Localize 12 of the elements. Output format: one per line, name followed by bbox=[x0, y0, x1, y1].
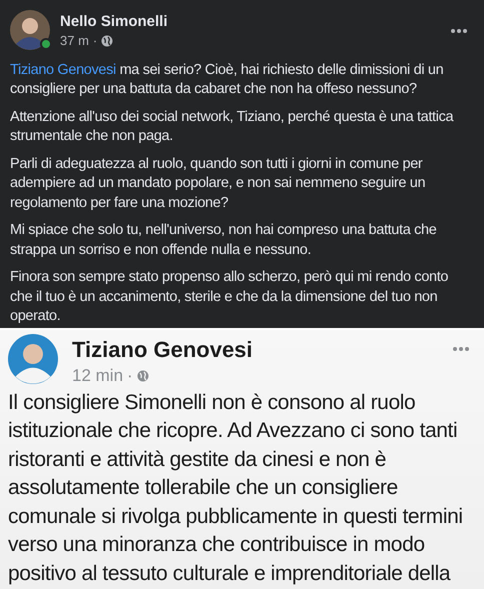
post-paragraph: Attenzione all'uso dei social network, Tiziano, perché questa è una tattica strumentale che non paga. bbox=[10, 108, 454, 146]
author-name[interactable]: Tiziano Genovesi bbox=[72, 337, 436, 363]
post-paragraph: Tiziano Genovesi ma sei serio? Cioè, hai richiesto delle dimissioni di un consigliere per una battuta da cabaret che non ha offeso nessuno? bbox=[10, 60, 444, 99]
post-paragraph: Finora son sempre stato propenso allo scherzo, però qui mi rendo conto che il tuo è un accanimento, sterile e che da la dimensione del tuo non operato. bbox=[10, 268, 450, 326]
separator: · bbox=[127, 365, 133, 387]
post-paragraph: Il consigliere Simonelli non è consono al ruolo istituzionale che ricopre. Ad Avezzano ci sono tanti ristoranti e attività gestite da cinesi e non è assolutamente tollerabile che un consigliere comunale si rivolga pubblicamente in questi termini verso una minoranza che contribuisce in modo positivo al tessuto culturale e imprenditoriale della bbox=[8, 390, 464, 586]
separator: · bbox=[92, 32, 98, 50]
author-name[interactable]: Nello Simonelli bbox=[60, 12, 440, 31]
mention-link[interactable]: Tiziano Genovesi bbox=[10, 62, 116, 78]
post-paragraph: Mi spiace che solo tu, nell'universo, non hai compreso una battuta che strappa un sorriso e non offende nulla e nessuno. bbox=[10, 221, 438, 260]
post-paragraph: Parli di adeguatezza al ruolo, quando son tutti i giorni in comune per adempiere ad un mandato popolare, e non sai nemmeno seguire un regolamento per fare una mozione? bbox=[10, 154, 426, 212]
post-time[interactable]: 37 m bbox=[60, 31, 89, 50]
